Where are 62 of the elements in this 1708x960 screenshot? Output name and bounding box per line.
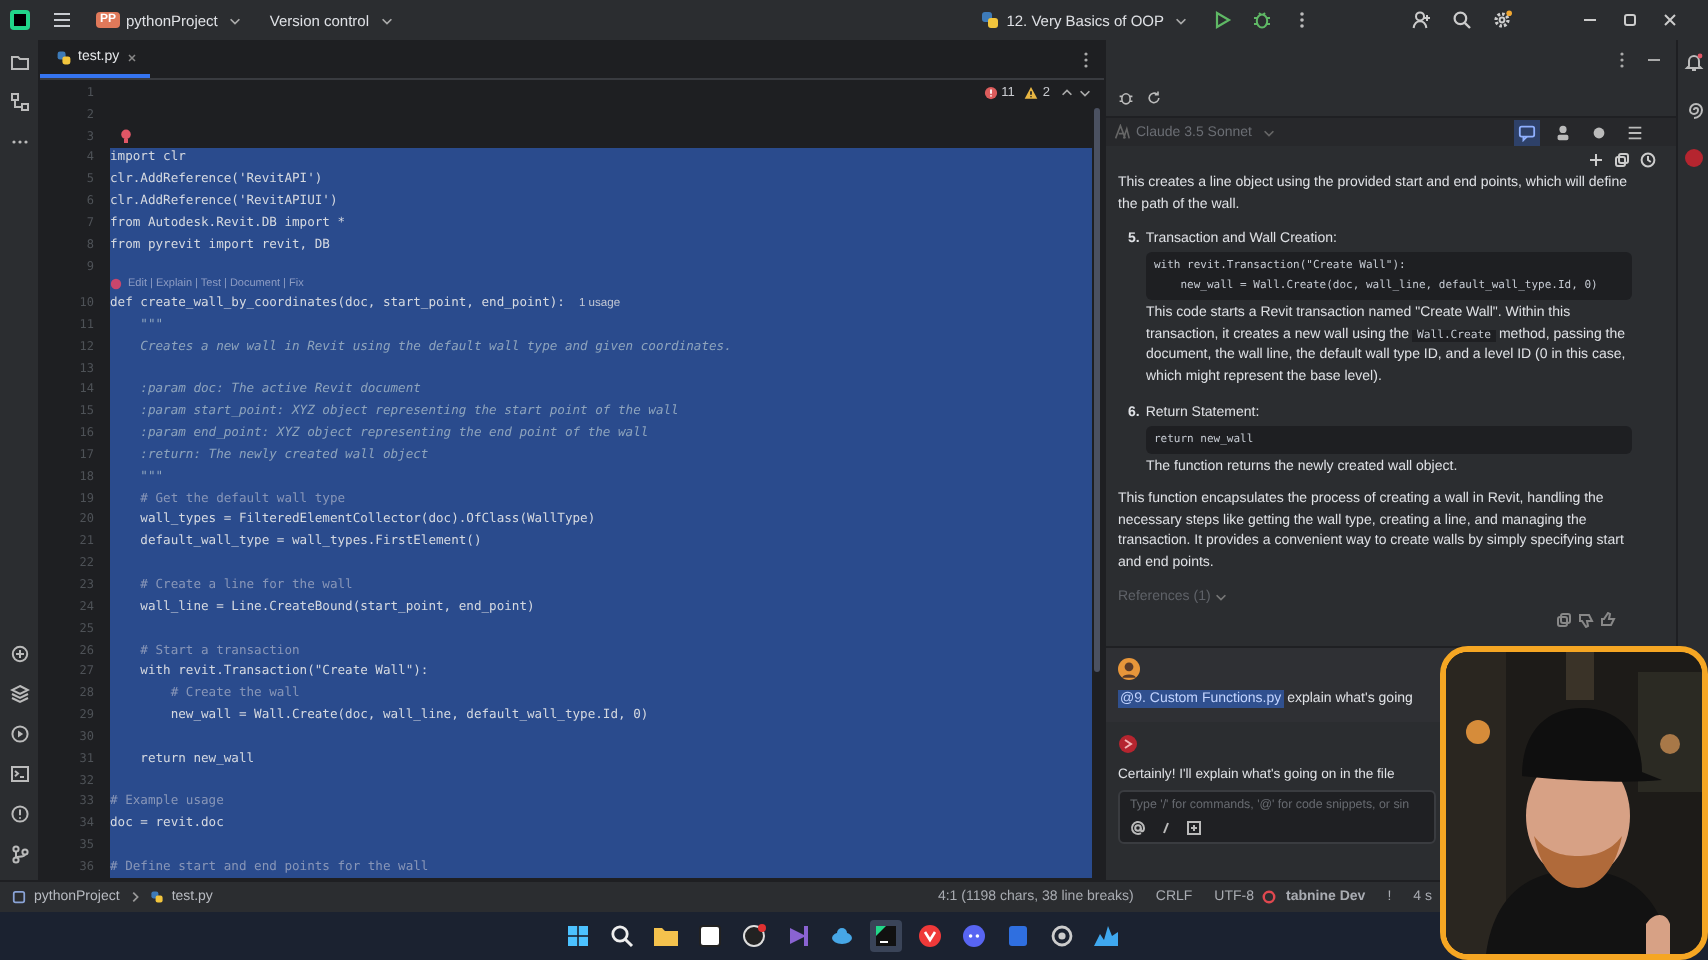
chat-icon[interactable] [1518,123,1536,141]
close-icon[interactable] [125,51,138,63]
chevron-right-icon [127,890,142,904]
structure-icon[interactable] [9,92,29,112]
start-icon[interactable] [562,920,594,952]
search-icon[interactable] [1452,10,1472,30]
app-logo-icon[interactable] [8,8,32,32]
thumbs-down-icon[interactable] [1578,611,1594,628]
problems-icon[interactable] [9,804,29,824]
aperture-icon[interactable] [738,920,770,952]
list-icon[interactable] [1626,123,1644,141]
caret-icon [1262,125,1276,139]
history-icon[interactable] [1640,152,1656,168]
add-context-icon[interactable] [1186,819,1202,836]
thumbs-up-icon[interactable] [1600,611,1616,628]
python-icon [980,10,1001,30]
vee-icon[interactable] [914,920,946,952]
run-icon[interactable] [1212,10,1232,30]
square-icon[interactable] [694,920,726,952]
git-icon[interactable] [9,844,29,864]
warning-icon [1024,86,1039,100]
module-icon [12,890,26,904]
copy-icon[interactable] [1614,152,1630,168]
python-icon [56,49,72,65]
bug-icon[interactable] [1118,90,1134,106]
model-icon [1114,124,1130,140]
chevron-down-icon[interactable] [1078,86,1092,100]
settings-icon[interactable] [1492,10,1512,30]
error-icon [983,86,998,100]
bell-icon[interactable] [1683,52,1703,72]
ide-icon[interactable] [870,920,902,952]
layers-icon[interactable] [9,684,29,704]
menu-icon[interactable] [52,10,72,30]
chat-icon[interactable] [958,920,990,952]
close-icon[interactable] [1660,10,1680,30]
spiral-icon[interactable] [1683,100,1703,120]
refresh-icon[interactable] [1146,90,1162,106]
plus-icon[interactable] [1588,152,1604,168]
ring-icon[interactable] [1046,920,1078,952]
search-icon[interactable] [606,920,638,952]
caret-icon [1214,589,1229,604]
maximize-icon[interactable] [1620,10,1640,30]
terminal-icon[interactable] [9,764,29,784]
mention-icon[interactable] [1130,819,1146,836]
scrollbar[interactable] [1094,108,1100,672]
add-user-icon[interactable] [1412,10,1432,30]
caret-icon [227,13,242,27]
bug-icon[interactable] [1252,10,1272,30]
plugin-icon [1262,890,1277,904]
python-icon [149,890,164,904]
caret-icon [1174,13,1188,27]
run-icon[interactable] [9,724,29,744]
folder-icon[interactable] [9,52,29,72]
copy-icon[interactable] [1556,611,1572,628]
slash-icon[interactable] [1158,819,1174,836]
avatar-icon [1118,657,1140,680]
lightbulb-icon[interactable] [118,128,134,145]
person-icon[interactable] [1554,123,1572,141]
assistant-avatar-icon [1118,733,1138,754]
caret-icon [379,13,394,27]
chevron-up-icon[interactable] [1060,86,1074,100]
python-console-icon[interactable] [9,644,29,664]
